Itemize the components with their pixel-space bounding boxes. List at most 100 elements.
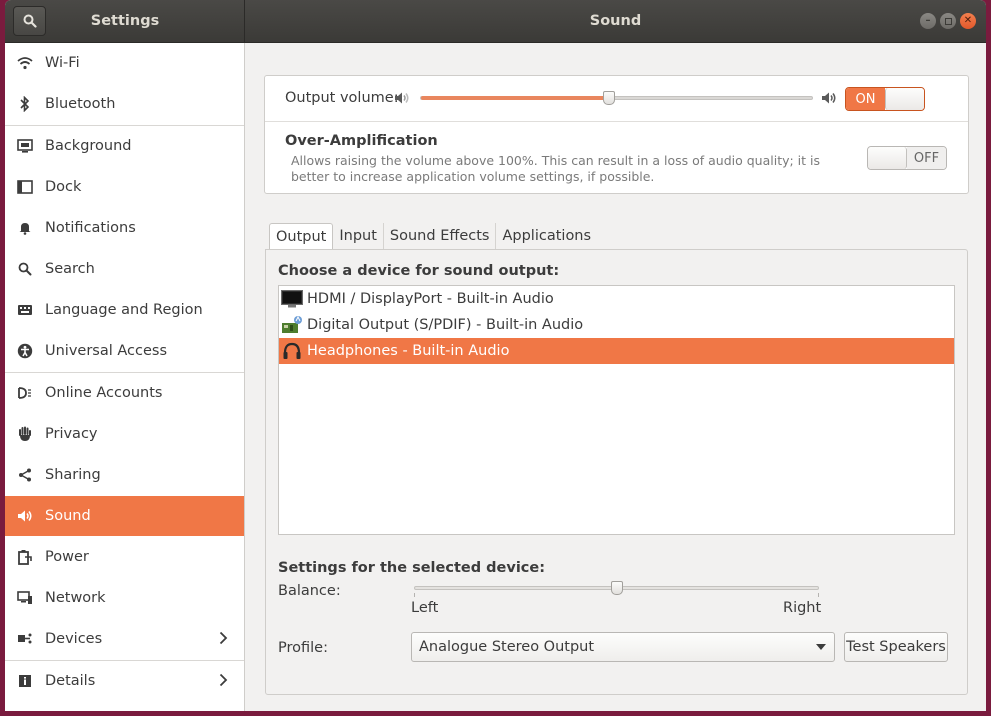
- sidebar-item-label: Notifications: [45, 220, 136, 236]
- output-tab-panel: Choose a device for sound output: HDMI /…: [265, 249, 968, 695]
- balance-left-label: Left: [411, 600, 439, 616]
- sidebar-item-label: Dock: [45, 179, 82, 195]
- maximize-icon: [944, 17, 952, 25]
- device-label: Digital Output (S/PDIF) - Built-in Audio: [307, 317, 584, 333]
- sidebar-item-label: Privacy: [45, 426, 98, 442]
- power-icon: [17, 549, 33, 565]
- sidebar-item-privacy[interactable]: Privacy: [5, 414, 244, 454]
- tab-sound-effects[interactable]: Sound Effects: [384, 223, 497, 249]
- sound-tabs: Output Input Sound Effects Applications: [269, 223, 597, 249]
- minimize-icon: –: [925, 15, 931, 26]
- sidebar-item-label: Sharing: [45, 467, 101, 483]
- switch-on-label: ON: [846, 88, 885, 110]
- sidebar-item-dock[interactable]: Dock: [5, 167, 244, 207]
- sidebar-item-label: Power: [45, 549, 89, 565]
- over-amplification-description: Allows raising the volume above 100%. Th…: [291, 153, 821, 184]
- sidebar-item-online-accounts[interactable]: Online Accounts: [5, 373, 244, 413]
- device-row-hdmi[interactable]: HDMI / DisplayPort - Built-in Audio: [279, 286, 954, 312]
- sidebar-item-search[interactable]: Search: [5, 249, 244, 289]
- soundcard-icon: [281, 315, 303, 335]
- balance-tick: [818, 593, 819, 597]
- balance-tick: [414, 593, 415, 597]
- switch-knob: [868, 147, 908, 169]
- speaker-icon: [17, 508, 33, 524]
- sidebar-item-sharing[interactable]: Sharing: [5, 455, 244, 495]
- share-icon: [17, 467, 33, 483]
- bluetooth-icon: [17, 96, 33, 112]
- search-icon: [23, 14, 37, 28]
- sidebar-item-label: Universal Access: [45, 343, 168, 359]
- headphones-icon: [281, 341, 303, 361]
- device-row-headphones[interactable]: Headphones - Built-in Audio: [279, 338, 954, 364]
- sidebar-item-language-region[interactable]: Language and Region: [5, 290, 244, 330]
- choose-device-label: Choose a device for sound output:: [278, 263, 560, 279]
- close-button[interactable]: ✕: [960, 13, 976, 29]
- volume-low-icon: [395, 92, 409, 104]
- tab-applications[interactable]: Applications: [496, 223, 597, 249]
- device-label: HDMI / DisplayPort - Built-in Audio: [307, 291, 554, 307]
- sidebar-item-details[interactable]: Details: [5, 661, 244, 701]
- volume-box: Output volume: ON Over-Amplification All…: [264, 75, 969, 194]
- sidebar-header: Settings: [5, 0, 245, 43]
- close-icon: ✕: [963, 15, 973, 26]
- test-speakers-button[interactable]: Test Speakers: [844, 632, 948, 662]
- dropdown-arrow-icon: [816, 644, 826, 650]
- profile-value: Analogue Stereo Output: [419, 639, 595, 655]
- sound-panel: Output volume: ON Over-Amplification All…: [245, 43, 986, 711]
- bell-icon: [17, 220, 33, 236]
- online-accounts-icon: [17, 385, 33, 401]
- over-amplification-switch[interactable]: OFF: [867, 146, 947, 170]
- tab-output[interactable]: Output: [269, 223, 334, 249]
- maximize-button[interactable]: [940, 13, 956, 29]
- sidebar-item-label: Bluetooth: [45, 96, 116, 112]
- sidebar-item-sound[interactable]: Sound: [5, 496, 244, 536]
- device-row-spdif[interactable]: Digital Output (S/PDIF) - Built-in Audio: [279, 312, 954, 338]
- sidebar-item-label: Online Accounts: [45, 385, 163, 401]
- sidebar-item-label: Language and Region: [45, 302, 203, 318]
- sidebar-item-label: Wi-Fi: [45, 55, 80, 71]
- profile-label: Profile:: [278, 640, 328, 656]
- header-bar: Settings Sound – ✕: [5, 0, 986, 43]
- sidebar-item-background[interactable]: Background: [5, 126, 244, 166]
- background-icon: [17, 138, 33, 154]
- output-volume-switch[interactable]: ON: [845, 87, 925, 111]
- sidebar-item-network[interactable]: Network: [5, 578, 244, 618]
- tab-input[interactable]: Input: [333, 223, 384, 249]
- chevron-right-icon: [219, 673, 228, 687]
- panel-title: Sound: [589, 13, 642, 29]
- sidebar-item-label: Details: [45, 673, 96, 689]
- sidebar: Wi-Fi Bluetooth Background Dock Notifica…: [5, 43, 245, 711]
- switch-knob: [884, 88, 924, 110]
- sidebar-item-devices[interactable]: Devices: [5, 619, 244, 659]
- device-label: Headphones - Built-in Audio: [307, 343, 510, 359]
- output-volume-fill: [421, 96, 610, 100]
- dock-icon: [17, 179, 33, 195]
- switch-off-label: OFF: [907, 147, 946, 169]
- devices-icon: [17, 631, 33, 647]
- sidebar-item-label: Network: [45, 590, 106, 606]
- wifi-icon: [17, 55, 33, 71]
- hand-icon: [17, 426, 33, 442]
- sidebar-item-wifi[interactable]: Wi-Fi: [5, 43, 244, 83]
- volume-high-icon: [822, 92, 836, 104]
- over-amplification-title: Over-Amplification: [285, 133, 438, 149]
- balance-handle[interactable]: [610, 581, 623, 595]
- search-button[interactable]: [13, 6, 46, 36]
- minimize-button[interactable]: –: [920, 13, 936, 29]
- output-volume-slider[interactable]: [420, 96, 813, 100]
- keyboard-icon: [17, 302, 33, 318]
- sidebar-item-label: Devices: [45, 631, 103, 647]
- sidebar-item-notifications[interactable]: Notifications: [5, 208, 244, 248]
- sidebar-title: Settings: [90, 13, 160, 29]
- sidebar-item-universal-access[interactable]: Universal Access: [5, 331, 244, 371]
- output-volume-handle[interactable]: [602, 91, 615, 105]
- search-icon: [17, 261, 33, 277]
- balance-label: Balance:: [278, 583, 341, 599]
- monitor-icon: [281, 289, 303, 309]
- sidebar-item-bluetooth[interactable]: Bluetooth: [5, 84, 244, 124]
- sidebar-item-label: Sound: [45, 508, 91, 524]
- sidebar-item-power[interactable]: Power: [5, 537, 244, 577]
- balance-right-label: Right: [783, 600, 822, 616]
- accessibility-icon: [17, 343, 33, 359]
- profile-dropdown[interactable]: Analogue Stereo Output: [411, 632, 835, 662]
